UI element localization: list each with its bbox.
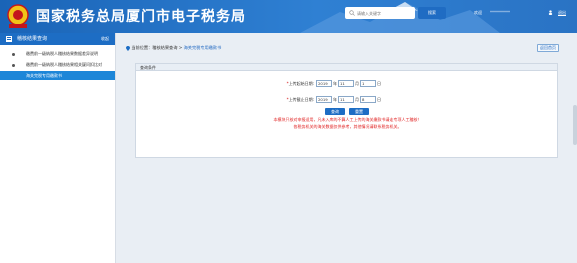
start-date-row: *上传起始日期: 2019 年 11 月 1 日: [136, 80, 559, 88]
unit-year: 年: [333, 97, 337, 102]
bullet-icon: [12, 64, 15, 67]
logout-link[interactable]: 退出: [558, 10, 566, 16]
search-input[interactable]: [357, 9, 411, 17]
welcome-text: 欢迎: [474, 10, 482, 15]
back-home-button[interactable]: 返回首页: [537, 44, 559, 52]
search-button[interactable]: 搜索: [418, 7, 446, 19]
end-year-field[interactable]: 2019: [316, 96, 332, 103]
breadcrumb-current: 海关完税专用缴款书: [183, 45, 222, 50]
warning-note-1: 本模块只核对申报适用，凡未入库的不算人工上传的海关缴款书请走专项人工稽核！: [273, 117, 422, 122]
tax-bureau-logo-icon: [7, 4, 29, 28]
user-name: **********: [490, 10, 510, 15]
sidebar-title: 稽核结果查询: [17, 36, 48, 42]
sidebar-collapse-button[interactable]: 收起: [101, 33, 109, 45]
reset-button[interactable]: 重置: [349, 108, 369, 115]
location-pin-icon: [126, 45, 130, 51]
unit-day: 日: [377, 97, 381, 102]
button-row: 查询 重置: [136, 108, 559, 116]
start-date-label: *上传起始日期:: [286, 81, 314, 86]
sidebar: 稽核结果查询 收起 缴费前一级纳税人稽核结果数据差异说明 缴费前一级纳税人稽核结…: [0, 33, 116, 263]
unit-day: 日: [377, 81, 381, 86]
page-scrollbar[interactable]: [573, 105, 577, 145]
sidebar-item-difference[interactable]: 缴费前一级纳税人稽核结果数据差异说明: [0, 49, 115, 58]
user-icon[interactable]: [548, 10, 553, 15]
sidebar-item-customs[interactable]: 海关完税专用缴款书: [0, 71, 115, 80]
site-title: 国家税务总局厦门市电子税务局: [36, 9, 246, 25]
top-header: 国家税务总局厦门市电子税务局 搜索 欢迎 ********** 退出: [0, 0, 577, 33]
breadcrumb-level1[interactable]: 稽核结果查询: [152, 45, 177, 50]
start-day-field[interactable]: 1: [360, 80, 376, 87]
end-day-field[interactable]: 8: [360, 96, 376, 103]
end-date-row: *上传截止日期: 2019 年 11 月 8 日: [136, 96, 559, 104]
breadcrumb-prefix: 当前位置：: [131, 45, 153, 50]
sidebar-item-doubtful[interactable]: 缴费前一级纳税人稽核结果相关疑问扣比对: [0, 60, 115, 69]
start-year-field[interactable]: 2019: [316, 80, 332, 87]
panel-title: 查询条件: [136, 64, 557, 71]
query-panel: 查询条件 *上传起始日期: 2019 年 11 月 1 日 *上传截止日期: 2…: [135, 63, 558, 158]
main-content: 当前位置：稽核结果查询 > 海关完税专用缴款书 返回首页 查询条件 *上传起始日…: [121, 40, 571, 260]
breadcrumb: 当前位置：稽核结果查询 > 海关完税专用缴款书: [126, 45, 221, 51]
query-button[interactable]: 查询: [325, 108, 345, 115]
end-month-field[interactable]: 11: [338, 96, 354, 103]
sidebar-header: 稽核结果查询 收起: [0, 33, 115, 45]
warning-note-2: 各税务机关的海关数据仅供参考，其他情况请联系税务机关。: [293, 124, 402, 129]
menu-icon: [6, 36, 12, 42]
end-date-label: *上传截止日期:: [286, 97, 314, 102]
bullet-icon: [12, 53, 15, 56]
unit-year: 年: [333, 81, 337, 86]
unit-month: 月: [355, 81, 359, 86]
unit-month: 月: [355, 97, 359, 102]
search-icon: [349, 10, 355, 16]
start-month-field[interactable]: 11: [338, 80, 354, 87]
search-box[interactable]: [345, 7, 415, 19]
